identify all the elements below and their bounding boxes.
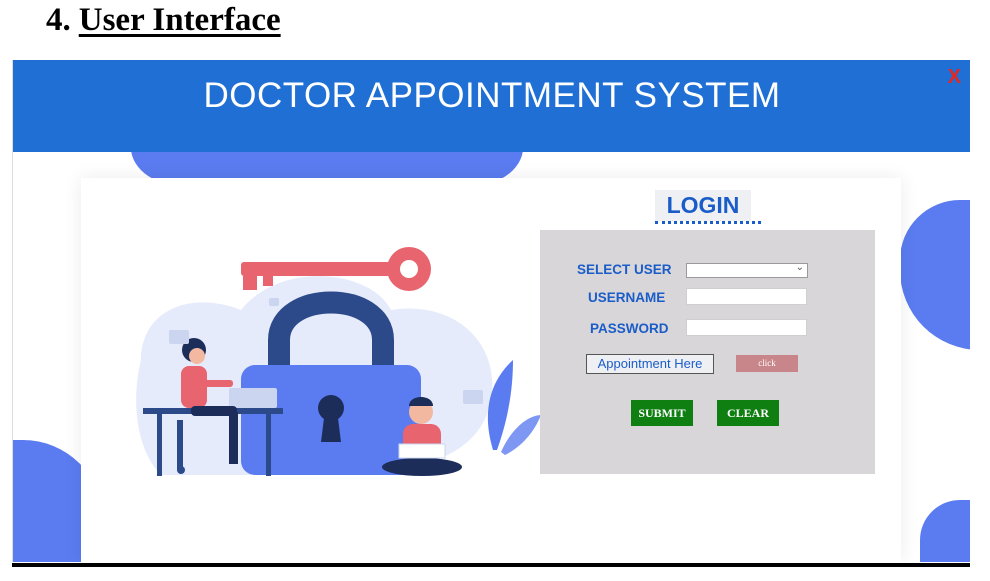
document-section-heading: 4. User Interface: [46, 2, 281, 39]
username-input[interactable]: [686, 288, 807, 305]
login-heading: LOGIN: [655, 190, 751, 221]
decor-blob: [920, 500, 970, 562]
appointment-link[interactable]: Appointment Here: [586, 354, 714, 374]
security-login-illustration: [136, 247, 541, 476]
chevron-down-icon: ⌄: [795, 262, 804, 273]
click-button[interactable]: click: [736, 355, 798, 372]
app-window: DOCTOR APPOINTMENT SYSTEM X LOGIN SELECT…: [12, 60, 970, 562]
select-user-dropdown[interactable]: ⌄: [686, 262, 808, 278]
password-input[interactable]: [686, 319, 807, 336]
close-button[interactable]: X: [948, 66, 961, 89]
clear-button[interactable]: CLEAR: [717, 400, 779, 426]
app-title: DOCTOR APPOINTMENT SYSTEM: [203, 76, 781, 115]
decor-blob: [900, 200, 970, 350]
section-title: User Interface: [78, 2, 281, 38]
submit-button[interactable]: SUBMIT: [631, 400, 693, 426]
username-label: USERNAME: [588, 290, 666, 305]
login-heading-underline: [655, 221, 761, 224]
bottom-rule: [12, 563, 970, 567]
password-label: PASSWORD: [590, 321, 669, 336]
section-number: 4.: [46, 2, 71, 38]
app-header: DOCTOR APPOINTMENT SYSTEM X: [13, 60, 970, 152]
select-user-label: SELECT USER: [577, 262, 672, 277]
